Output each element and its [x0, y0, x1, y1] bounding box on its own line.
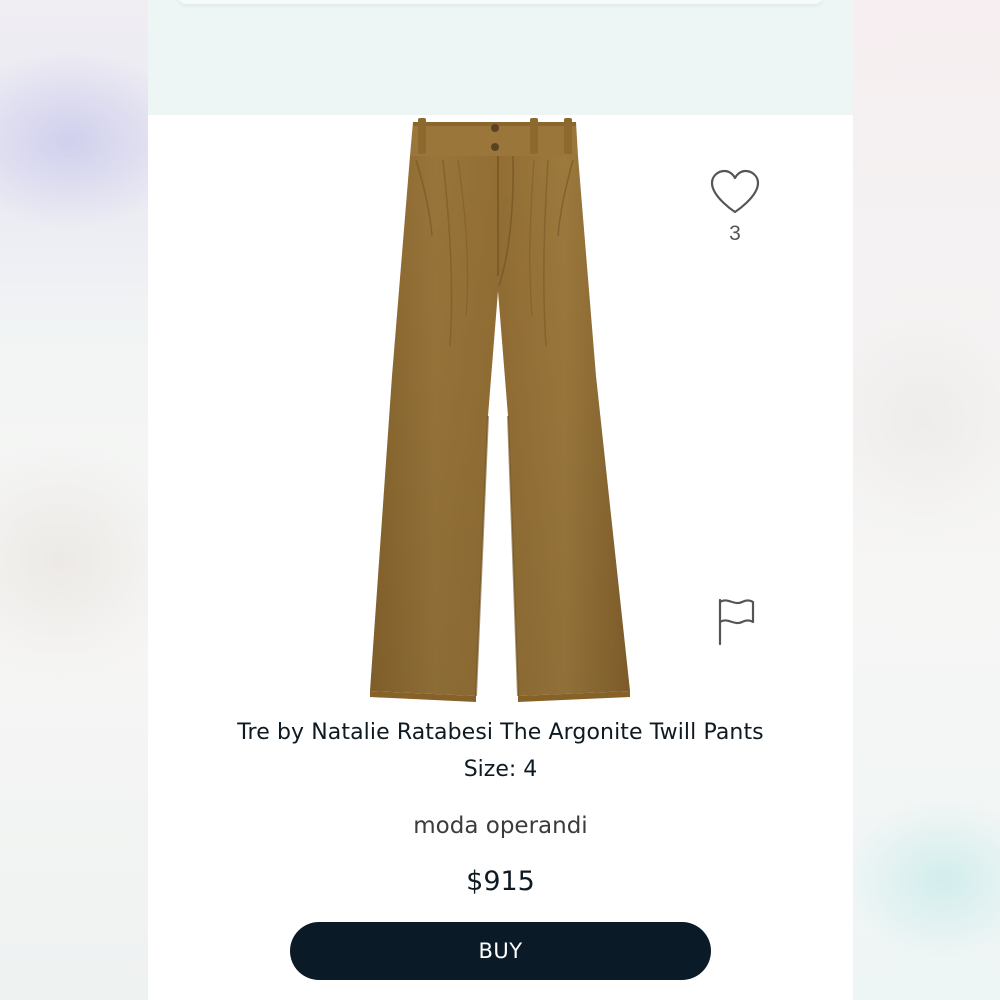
top-banner [148, 0, 853, 115]
blurred-background-left [0, 0, 148, 1000]
product-image[interactable] [358, 116, 638, 702]
top-banner-card-edge [178, 0, 823, 4]
product-price: $915 [466, 866, 535, 897]
listing-screen: 3 Tre by Natalie Ratabesi The Argonite T… [148, 0, 853, 1000]
report-flag-button[interactable] [713, 596, 757, 648]
flag-outline-icon [718, 598, 755, 646]
like-count: 3 [729, 222, 741, 245]
product-size: Size: 4 [463, 757, 538, 782]
like-button[interactable]: 3 [708, 168, 762, 258]
product-title: Tre by Natalie Ratabesi The Argonite Twi… [237, 720, 764, 745]
product-brand[interactable]: moda operandi [148, 813, 853, 839]
buy-button[interactable]: BUY [290, 922, 711, 980]
blurred-background-right [853, 0, 1000, 1000]
heart-outline-icon [710, 169, 760, 214]
